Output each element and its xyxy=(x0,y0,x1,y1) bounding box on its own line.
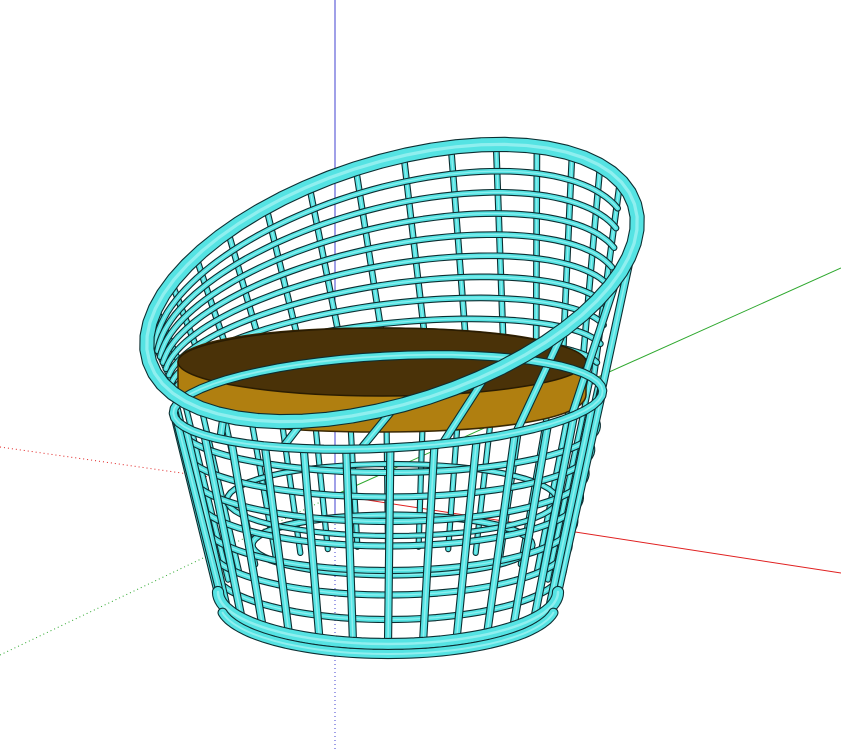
modeling-viewport[interactable] xyxy=(0,0,841,749)
